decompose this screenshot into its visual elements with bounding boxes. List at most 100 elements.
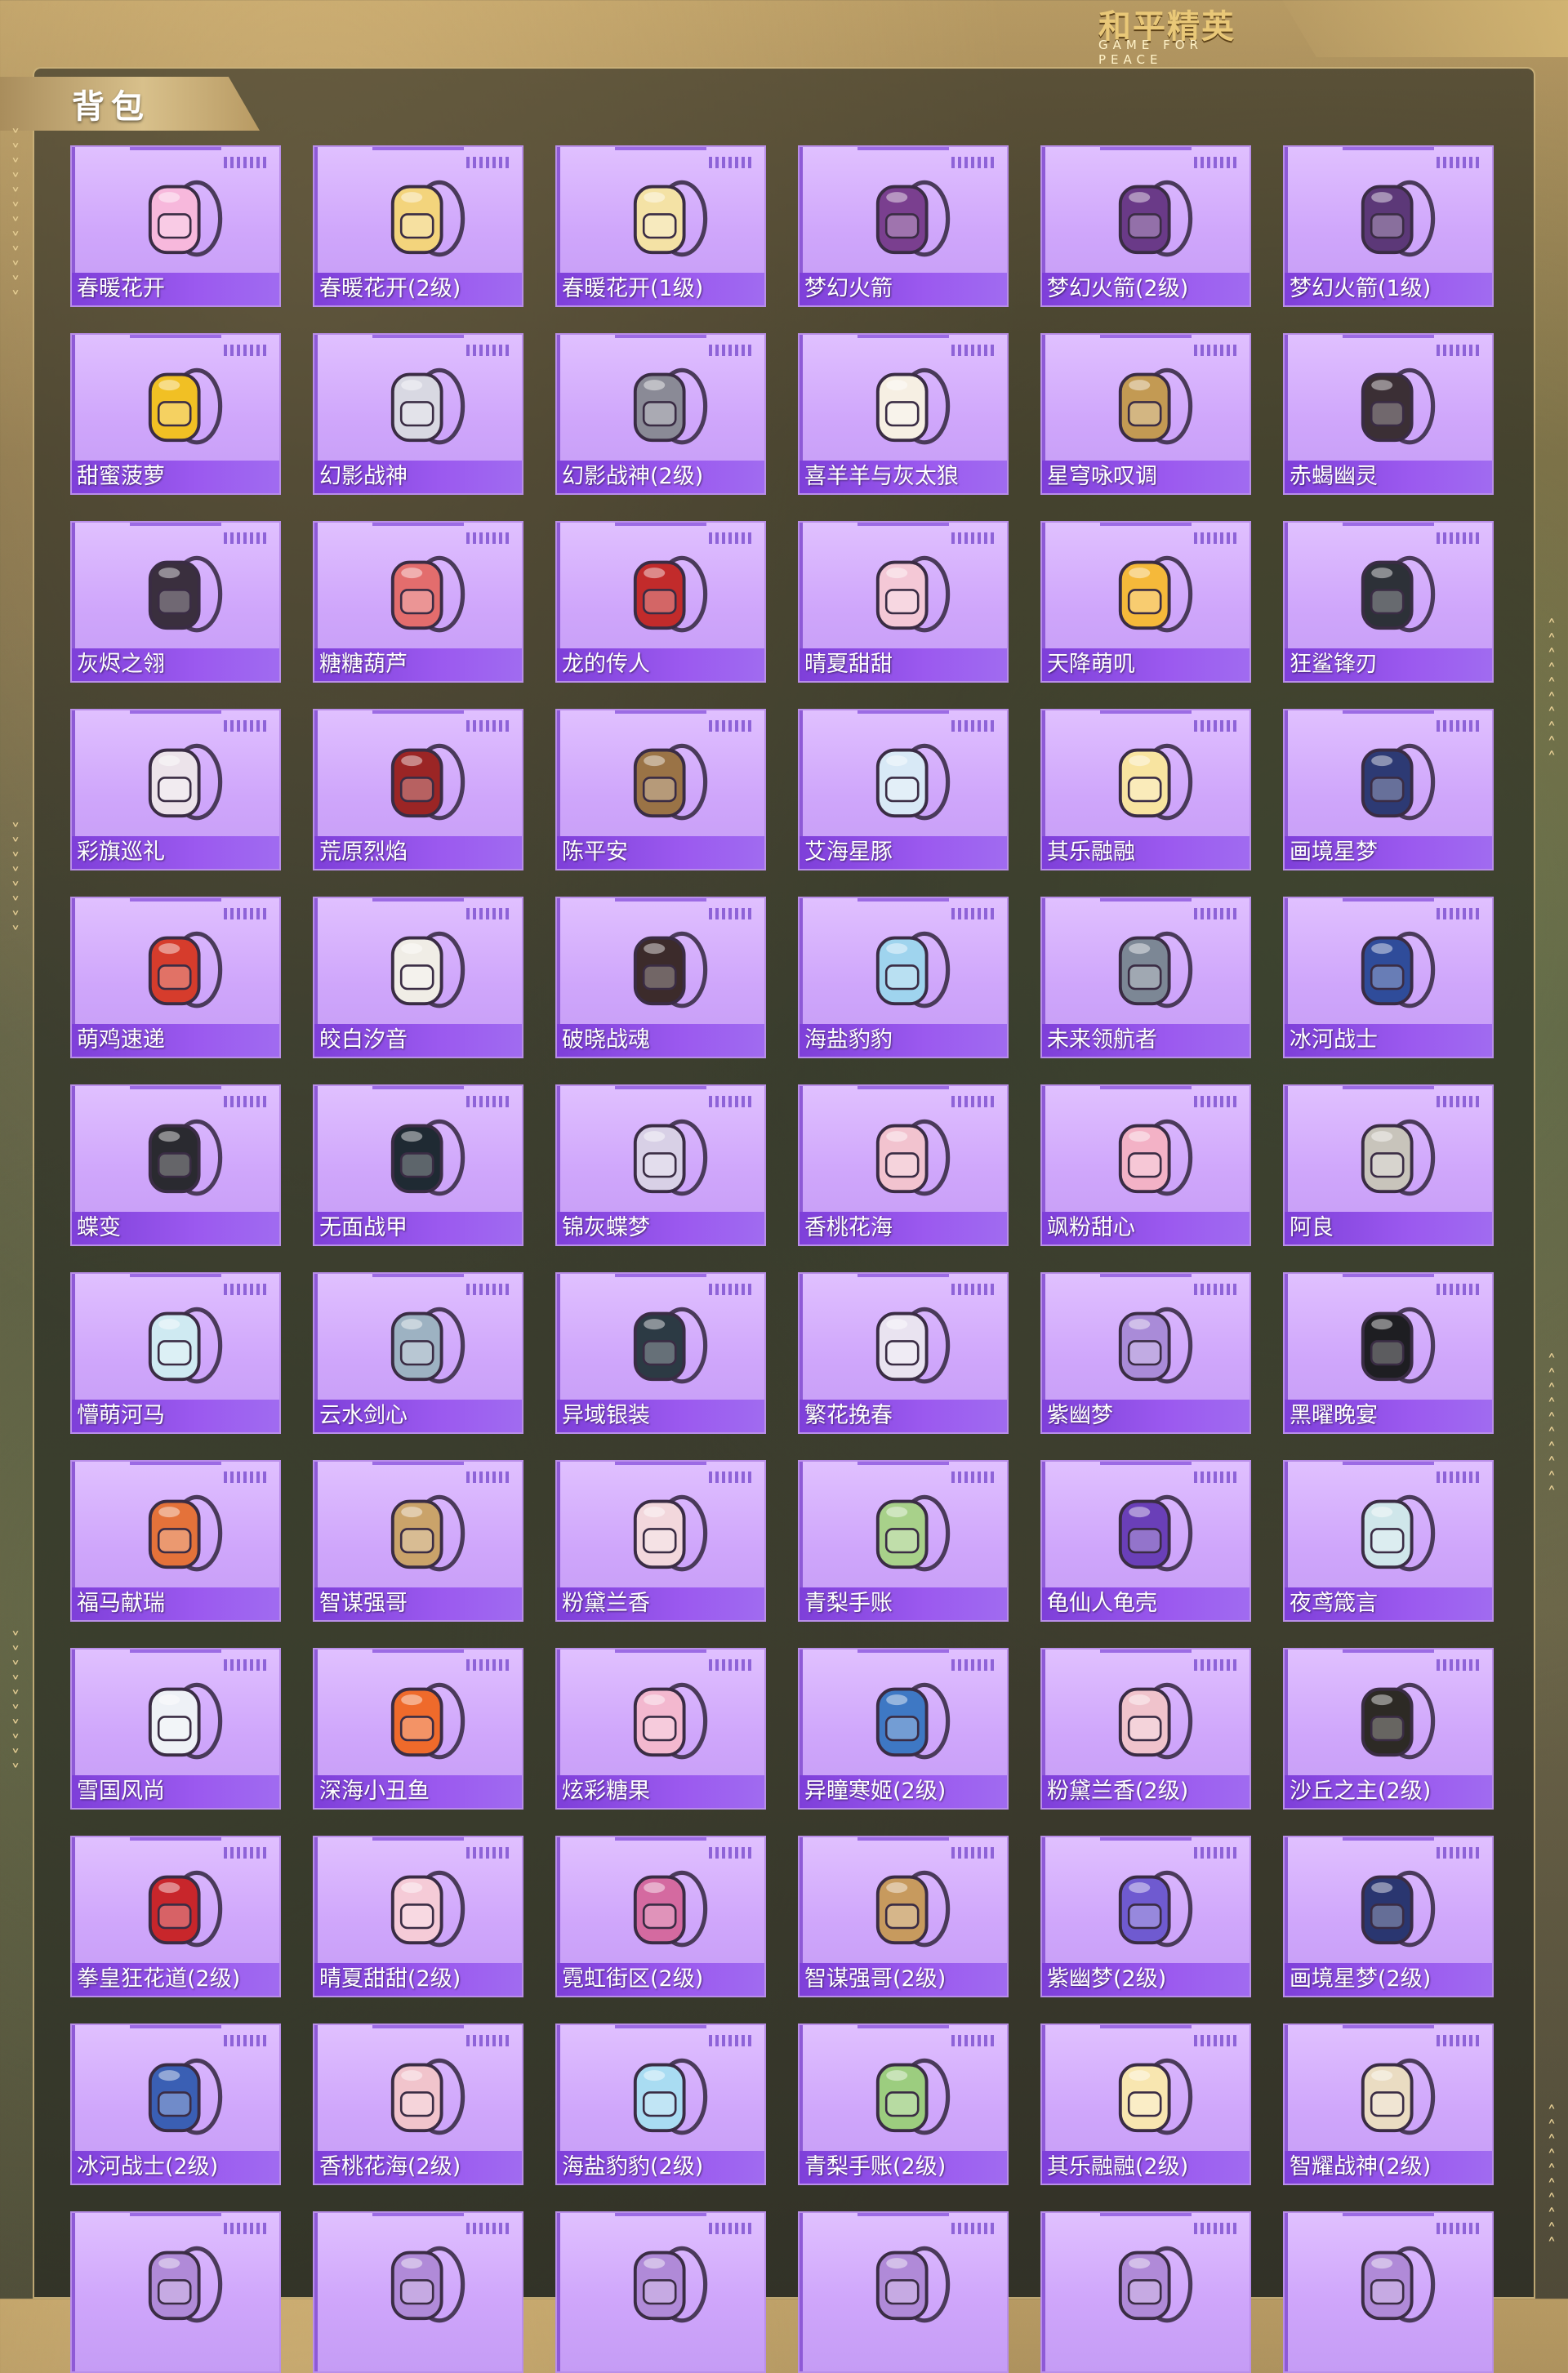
backpack-card[interactable]: 冰河战士(2级) [70,2024,281,2185]
backpack-card[interactable]: 幻影战神(2级) [555,333,766,495]
backpack-card[interactable]: 其乐融融 [1040,709,1251,870]
quality-stripes [1194,1096,1240,1107]
backpack-icon [1118,743,1193,821]
backpack-card[interactable]: 智耀战神(2级) [1283,2024,1494,2185]
backpack-card[interactable]: 蝶变 [70,1084,281,1246]
item-name: 炫彩糖果 [557,1775,764,1808]
backpack-card[interactable]: 糖糖葫芦 [313,521,523,683]
quality-stripes [466,532,512,544]
backpack-card[interactable]: 粉黛兰香 [555,1460,766,1622]
backpack-card[interactable] [1283,2211,1494,2373]
backpack-card[interactable]: 梦幻火箭(2级) [1040,145,1251,307]
card-top-accent [858,1274,949,1277]
backpack-card[interactable]: 异瞳寒姬(2级) [798,1648,1009,1810]
quality-stripes [466,345,512,356]
backpack-card[interactable]: 炫彩糖果 [555,1648,766,1810]
item-name: 陈平安 [557,836,764,869]
backpack-card[interactable] [1040,2211,1251,2373]
backpack-card[interactable]: 异域银装 [555,1272,766,1434]
backpack-card[interactable]: 繁花挽春 [798,1272,1009,1434]
backpack-card[interactable]: 未来领航者 [1040,897,1251,1058]
backpack-card[interactable]: 春暖花开 [70,145,281,307]
backpack-card[interactable]: 无面战甲 [313,1084,523,1246]
backpack-card[interactable]: 春暖花开(1级) [555,145,766,307]
backpack-card[interactable]: 皎白汐音 [313,897,523,1058]
backpack-card[interactable]: 雪国风尚 [70,1648,281,1810]
backpack-card[interactable]: 香桃花海 [798,1084,1009,1246]
backpack-icon [633,1307,708,1384]
backpack-card[interactable]: 彩旗巡礼 [70,709,281,870]
backpack-card[interactable]: 画境星梦 [1283,709,1494,870]
backpack-icon [390,1682,466,1760]
backpack-card[interactable]: 香桃花海(2级) [313,2024,523,2185]
backpack-card[interactable]: 智谋强哥(2级) [798,1836,1009,1997]
quality-stripes [1437,720,1482,732]
backpack-card[interactable]: 荒原烈焰 [313,709,523,870]
backpack-card[interactable]: 梦幻火箭(1级) [1283,145,1494,307]
item-name: 夜鸢箴言 [1285,1587,1492,1620]
backpack-icon [633,743,708,821]
quality-stripes [951,157,997,168]
backpack-card[interactable]: 黑曜晚宴 [1283,1272,1494,1434]
backpack-card[interactable]: 沙丘之主(2级) [1283,1648,1494,1810]
backpack-card[interactable]: 拳皇狂花道(2级) [70,1836,281,1997]
backpack-card[interactable]: 星穹咏叹调 [1040,333,1251,495]
backpack-card[interactable]: 夜鸢箴言 [1283,1460,1494,1622]
backpack-card[interactable]: 冰河战士 [1283,897,1494,1058]
quality-stripes [709,345,755,356]
backpack-card[interactable]: 狂鲨锋刃 [1283,521,1494,683]
backpack-card[interactable]: 粉黛兰香(2级) [1040,1648,1251,1810]
backpack-card[interactable]: 青梨手账(2级) [798,2024,1009,2185]
item-name: 其乐融融(2级) [1042,2151,1250,2184]
backpack-card[interactable]: 画境星梦(2级) [1283,1836,1494,1997]
backpack-card[interactable]: 海盐豹豹 [798,897,1009,1058]
backpack-icon [1361,2246,1436,2323]
item-name: 皎白汐音 [314,1024,522,1057]
backpack-icon [1118,367,1193,445]
backpack-card[interactable]: 喜羊羊与灰太狼 [798,333,1009,495]
backpack-card[interactable] [313,2211,523,2373]
backpack-card[interactable] [70,2211,281,2373]
backpack-card[interactable]: 深海小丑鱼 [313,1648,523,1810]
item-name: 春暖花开(2级) [314,273,522,305]
backpack-card[interactable]: 云水剑心 [313,1272,523,1434]
card-top-accent [1100,1086,1192,1089]
backpack-card[interactable]: 甜蜜菠萝 [70,333,281,495]
backpack-card[interactable]: 青梨手账 [798,1460,1009,1622]
backpack-card[interactable]: 龟仙人龟壳 [1040,1460,1251,1622]
backpack-icon [875,367,951,445]
backpack-card[interactable]: 陈平安 [555,709,766,870]
backpack-icon [1361,367,1436,445]
backpack-card[interactable]: 紫幽梦 [1040,1272,1251,1434]
backpack-card[interactable]: 灰烬之翎 [70,521,281,683]
backpack-card[interactable]: 其乐融融(2级) [1040,2024,1251,2185]
backpack-card[interactable] [555,2211,766,2373]
backpack-card[interactable]: 懵萌河马 [70,1272,281,1434]
backpack-card[interactable]: 春暖花开(2级) [313,145,523,307]
backpack-card[interactable]: 海盐豹豹(2级) [555,2024,766,2185]
backpack-card[interactable]: 天降萌叽 [1040,521,1251,683]
backpack-card[interactable]: 龙的传人 [555,521,766,683]
backpack-card[interactable]: 赤蝎幽灵 [1283,333,1494,495]
card-top-accent [858,898,949,902]
backpack-icon [390,555,466,633]
backpack-card[interactable]: 飒粉甜心 [1040,1084,1251,1246]
backpack-icon [633,367,708,445]
backpack-card[interactable]: 破晓战魂 [555,897,766,1058]
backpack-card[interactable]: 紫幽梦(2级) [1040,1836,1251,1997]
backpack-card[interactable]: 福马献瑞 [70,1460,281,1622]
backpack-card[interactable]: 晴夏甜甜 [798,521,1009,683]
backpack-card[interactable]: 萌鸡速递 [70,897,281,1058]
quality-stripes [224,1847,270,1859]
backpack-card[interactable]: 锦灰蝶梦 [555,1084,766,1246]
backpack-card[interactable]: 艾海星豚 [798,709,1009,870]
backpack-card[interactable]: 霓虹街区(2级) [555,1836,766,1997]
backpack-card[interactable]: 梦幻火箭 [798,145,1009,307]
backpack-card[interactable]: 晴夏甜甜(2级) [313,1836,523,1997]
backpack-card[interactable] [798,2211,1009,2373]
backpack-card[interactable]: 阿良 [1283,1084,1494,1246]
card-top-accent [1100,898,1192,902]
quality-stripes [709,720,755,732]
backpack-card[interactable]: 幻影战神 [313,333,523,495]
backpack-card[interactable]: 智谋强哥 [313,1460,523,1622]
